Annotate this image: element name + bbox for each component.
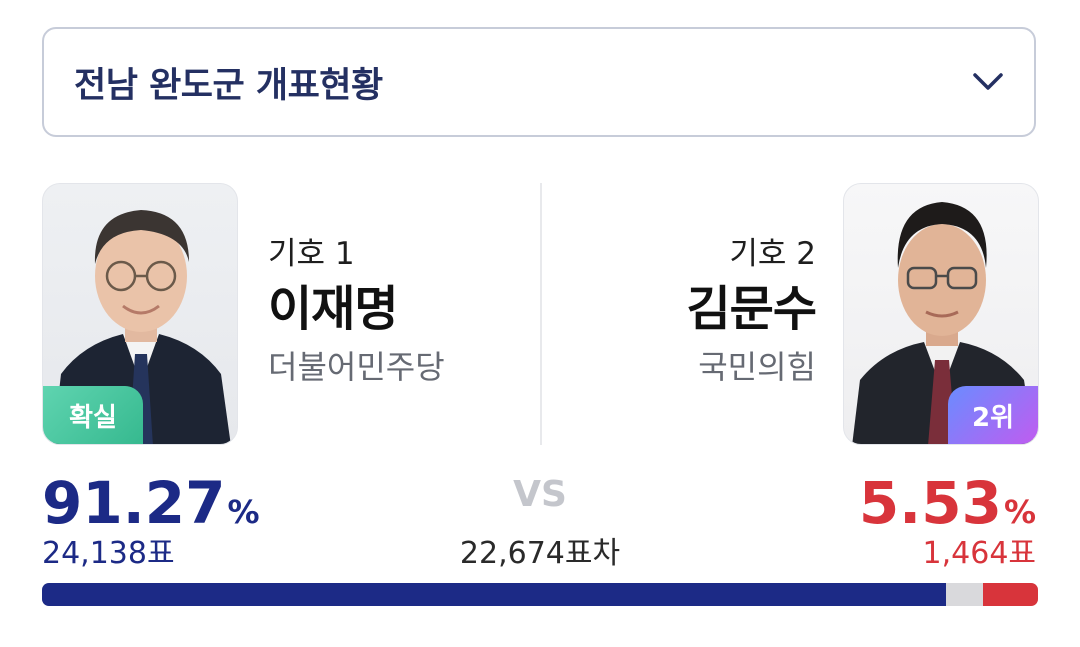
candidate-1-number: 기호 1: [268, 236, 355, 272]
other-share-bar: [948, 583, 981, 606]
candidate-1-votes: 24,138표: [42, 536, 175, 571]
candidate-1-percent-value: 91.27: [42, 469, 226, 537]
candidate-2-percent-unit: %: [1003, 493, 1036, 531]
chevron-down-icon[interactable]: [970, 64, 1006, 100]
candidate-2-info: 기호 2 김문수 국민의힘: [686, 232, 817, 392]
region-dropdown[interactable]: 전남 완도군 개표현황: [42, 27, 1036, 137]
region-title: 전남 완도군 개표현황: [74, 65, 383, 106]
candidate-1-name: 이재명: [268, 281, 398, 337]
candidate-1-party: 더불어민주당: [268, 348, 445, 386]
candidate-2-party: 국민의힘: [698, 348, 816, 386]
vote-gap: 22,674표차: [459, 536, 621, 571]
candidate-2-percent-value: 5.53: [858, 469, 1002, 537]
candidate-2-share-bar: [983, 583, 1038, 606]
candidate-1-info: 기호 1 이재명 더불어민주당: [268, 232, 445, 392]
candidate-2-number: 기호 2: [729, 236, 816, 272]
election-result-card: 전남 완도군 개표현황 확실 기호 1 이재명 더불어민주당 기호 2 김문수 …: [0, 0, 1080, 647]
rank-badge: 2위: [948, 386, 1038, 444]
candidate-divider: [540, 183, 542, 445]
candidate-2-votes: 1,464표: [922, 536, 1036, 571]
vote-share-bar: [42, 583, 1038, 606]
confirmed-badge: 확실: [43, 386, 143, 444]
vs-label: VS: [513, 474, 567, 515]
candidate-1-photo: 확실: [42, 183, 238, 445]
candidate-2-photo: 2위: [843, 183, 1039, 445]
candidate-2-name: 김문수: [686, 281, 817, 337]
candidate-1-share-bar: [42, 583, 946, 606]
candidate-1-percent-unit: %: [227, 493, 260, 531]
